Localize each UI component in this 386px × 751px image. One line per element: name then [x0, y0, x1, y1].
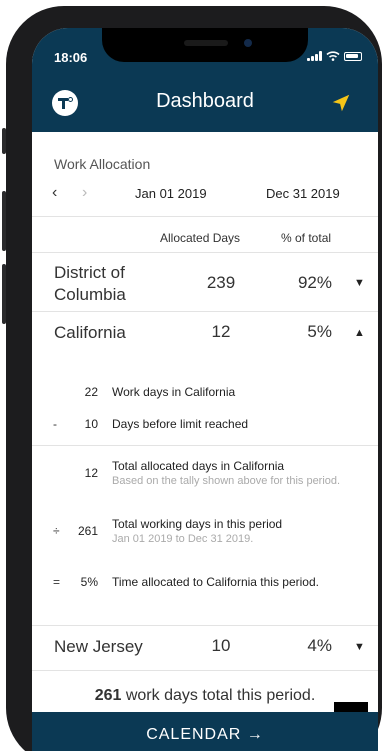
state-name: New Jersey — [54, 637, 143, 656]
detail-sublabel: Jan 01 2019 to Dec 31 2019. — [112, 533, 254, 545]
page-title: Dashboard — [156, 90, 254, 112]
detail-label: Time allocated to California this period… — [112, 575, 319, 589]
state-percent: 92% — [297, 273, 332, 292]
app-header: 18:06 Dashboard — [32, 28, 378, 132]
state-percent: 5% — [307, 322, 332, 341]
battery-icon — [344, 51, 362, 61]
detail-sublabel: Based on the tally shown above for this … — [112, 475, 341, 487]
period-end-date[interactable]: Dec 31 2019 — [266, 186, 340, 201]
volume-up-button — [2, 191, 6, 251]
mute-switch — [2, 128, 6, 154]
next-period-button[interactable]: › — [82, 184, 87, 202]
divider — [32, 216, 378, 217]
status-icons — [307, 51, 362, 61]
status-time: 18:06 — [54, 50, 88, 65]
column-header-percent: % of total — [281, 231, 332, 245]
detail-label: Work days in California — [112, 385, 236, 399]
app-screen: 18:06 Dashboard Work Allocation ‹ › Jan … — [32, 28, 378, 751]
notch — [102, 28, 308, 62]
detail-label: Total working days in this period — [112, 517, 283, 531]
detail-label: Days before limit reached — [112, 417, 249, 431]
divider — [32, 670, 378, 671]
state-percent: 4% — [307, 636, 332, 655]
calendar-bar[interactable]: CALENDAR → — [32, 712, 378, 751]
collapse-toggle-icon[interactable]: ▲ — [354, 327, 365, 339]
state-name: California — [54, 323, 126, 342]
speaker — [184, 40, 228, 46]
divider — [32, 445, 378, 446]
detail-number: 12 — [84, 466, 98, 480]
summary-count: 261 — [94, 687, 122, 704]
divider — [32, 311, 378, 312]
location-arrow-icon[interactable] — [330, 92, 352, 114]
state-days: 239 — [206, 273, 236, 292]
state-days: 12 — [211, 322, 231, 341]
state-days: 10 — [211, 636, 231, 655]
work-allocation-title: Work Allocation — [54, 156, 151, 172]
work-days-summary: 261 work days total this period. — [32, 687, 378, 705]
signal-icon — [307, 51, 322, 61]
summary-text: work days total this period. — [121, 687, 316, 704]
state-name: District of Columbia — [54, 263, 126, 304]
detail-number: 261 — [77, 524, 98, 538]
column-header-allocated-days: Allocated Days — [160, 231, 241, 245]
wifi-icon — [326, 51, 340, 61]
expand-toggle-icon[interactable]: ▼ — [354, 641, 365, 653]
volume-down-button — [2, 264, 6, 324]
divider — [32, 625, 378, 626]
phone-frame: 18:06 Dashboard Work Allocation ‹ › Jan … — [2, 6, 382, 751]
camera — [244, 39, 252, 47]
detail-label: Total allocated days in California — [112, 459, 285, 473]
divider — [32, 252, 378, 253]
calendar-button[interactable]: CALENDAR → — [32, 726, 378, 744]
detail-number: 22 — [84, 385, 98, 399]
period-start-date[interactable]: Jan 01 2019 — [135, 186, 207, 201]
detail-number: 10 — [84, 417, 98, 431]
detail-number: 5% — [80, 575, 98, 589]
prev-period-button[interactable]: ‹ — [52, 184, 57, 202]
expand-toggle-icon[interactable]: ▼ — [354, 277, 365, 289]
